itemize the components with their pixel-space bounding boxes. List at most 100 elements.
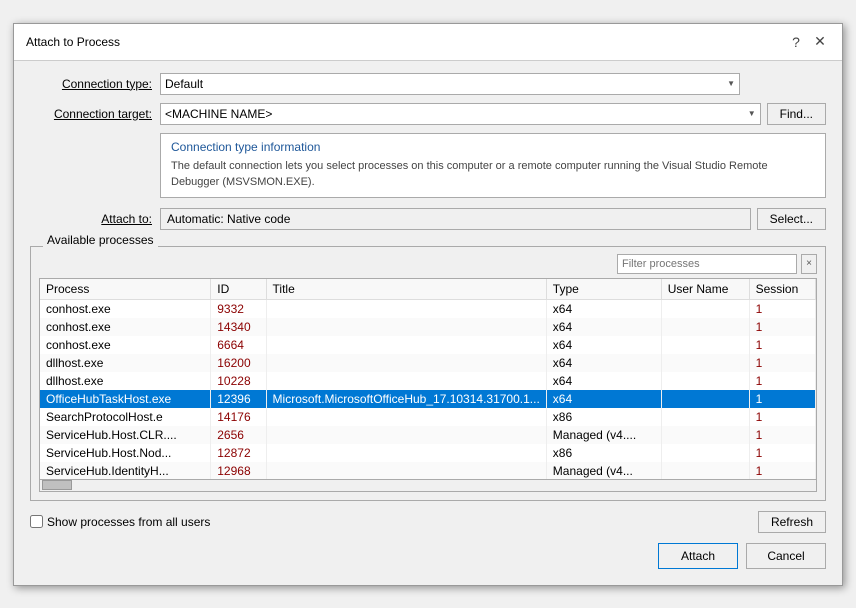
- h-scroll-thumb: [42, 480, 72, 490]
- cell-id: 6664: [211, 336, 266, 354]
- show-all-users-checkbox[interactable]: [30, 515, 43, 528]
- cell-process: conhost.exe: [40, 318, 211, 336]
- cell-username: [661, 444, 749, 462]
- cell-id: 12968: [211, 462, 266, 479]
- close-button[interactable]: ✕: [810, 32, 830, 52]
- connection-type-control: Default ▼: [160, 73, 826, 95]
- connection-target-combo[interactable]: <MACHINE NAME> ▼: [160, 103, 761, 125]
- select-button[interactable]: Select...: [757, 208, 826, 230]
- cell-process: SearchProtocolHost.e: [40, 408, 211, 426]
- cell-id: 12872: [211, 444, 266, 462]
- filter-row: ×: [39, 254, 817, 274]
- connection-target-label: Connection target:: [30, 107, 160, 121]
- connection-type-combo[interactable]: Default ▼: [160, 73, 740, 95]
- processes-group: Available processes × Process ID Title: [30, 240, 826, 501]
- show-all-users-label: Show processes from all users: [47, 515, 210, 529]
- cell-id: 12396: [211, 390, 266, 408]
- attach-to-label: Attach to:: [30, 212, 160, 226]
- cell-process: conhost.exe: [40, 336, 211, 354]
- table-row[interactable]: OfficeHubTaskHost.exe 12396 Microsoft.Mi…: [40, 390, 816, 408]
- table-row[interactable]: dllhost.exe 10228 x64 1: [40, 372, 816, 390]
- attach-to-value: Automatic: Native code: [160, 208, 751, 230]
- cell-id: 16200: [211, 354, 266, 372]
- cell-title: [266, 318, 546, 336]
- table-row[interactable]: conhost.exe 9332 x64 1: [40, 299, 816, 318]
- connection-type-label: Connection type:: [30, 77, 160, 91]
- title-bar-controls: ? ✕: [786, 32, 830, 52]
- cell-process: ServiceHub.Host.Nod...: [40, 444, 211, 462]
- bottom-row: Show processes from all users Refresh: [30, 511, 826, 533]
- col-id: ID: [211, 279, 266, 300]
- cell-id: 9332: [211, 299, 266, 318]
- col-title: Title: [266, 279, 546, 300]
- col-session: Session: [749, 279, 815, 300]
- cell-username: [661, 390, 749, 408]
- cell-process: OfficeHubTaskHost.exe: [40, 390, 211, 408]
- help-button[interactable]: ?: [786, 32, 806, 52]
- cell-title: [266, 299, 546, 318]
- info-box-text: The default connection lets you select p…: [171, 158, 815, 191]
- cell-title: [266, 426, 546, 444]
- combo-target-arrow-icon: ▼: [748, 109, 756, 118]
- cell-session: 1: [749, 462, 815, 479]
- table-row[interactable]: SearchProtocolHost.e 14176 x86 1: [40, 408, 816, 426]
- cell-title: [266, 462, 546, 479]
- cell-title: [266, 408, 546, 426]
- cell-username: [661, 462, 749, 479]
- dialog-content: Connection type: Default ▼ Connection ta…: [14, 61, 842, 585]
- table-row[interactable]: ServiceHub.Host.CLR.... 2656 Managed (v4…: [40, 426, 816, 444]
- cell-title: [266, 444, 546, 462]
- filter-clear-button[interactable]: ×: [801, 254, 817, 274]
- cell-title: [266, 336, 546, 354]
- cell-process: dllhost.exe: [40, 354, 211, 372]
- cell-type: x64: [546, 299, 661, 318]
- cell-title: [266, 372, 546, 390]
- cell-id: 14176: [211, 408, 266, 426]
- attach-button[interactable]: Attach: [658, 543, 738, 569]
- table-row[interactable]: conhost.exe 14340 x64 1: [40, 318, 816, 336]
- cell-process: conhost.exe: [40, 299, 211, 318]
- table-row[interactable]: conhost.exe 6664 x64 1: [40, 336, 816, 354]
- col-username: User Name: [661, 279, 749, 300]
- cell-type: x86: [546, 408, 661, 426]
- refresh-button[interactable]: Refresh: [758, 511, 826, 533]
- table-row[interactable]: dllhost.exe 16200 x64 1: [40, 354, 816, 372]
- cell-process: dllhost.exe: [40, 372, 211, 390]
- col-process: Process: [40, 279, 211, 300]
- cell-session: 1: [749, 354, 815, 372]
- cell-session: 1: [749, 390, 815, 408]
- find-button[interactable]: Find...: [767, 103, 826, 125]
- table-header-row: Process ID Title Type User Name Session: [40, 279, 816, 300]
- attach-to-row: Attach to: Automatic: Native code Select…: [30, 208, 826, 230]
- cell-title: [266, 354, 546, 372]
- cell-session: 1: [749, 426, 815, 444]
- cell-username: [661, 336, 749, 354]
- cell-title: Microsoft.MicrosoftOfficeHub_17.10314.31…: [266, 390, 546, 408]
- process-table-scroll[interactable]: Process ID Title Type User Name Session …: [40, 279, 816, 479]
- cell-id: 2656: [211, 426, 266, 444]
- table-row[interactable]: ServiceHub.IdentityH... 12968 Managed (v…: [40, 462, 816, 479]
- cell-type: Managed (v4...: [546, 462, 661, 479]
- connection-target-row: Connection target: <MACHINE NAME> ▼ Find…: [30, 103, 826, 125]
- cell-username: [661, 354, 749, 372]
- cell-type: x64: [546, 318, 661, 336]
- cell-type: x64: [546, 354, 661, 372]
- process-table-wrap: Process ID Title Type User Name Session …: [39, 278, 817, 492]
- show-all-users-checkbox-label[interactable]: Show processes from all users: [30, 515, 210, 529]
- cell-username: [661, 426, 749, 444]
- cell-id: 14340: [211, 318, 266, 336]
- cell-session: 1: [749, 444, 815, 462]
- cell-process: ServiceHub.IdentityH...: [40, 462, 211, 479]
- filter-input[interactable]: [617, 254, 797, 274]
- cell-id: 10228: [211, 372, 266, 390]
- cancel-button[interactable]: Cancel: [746, 543, 826, 569]
- table-row[interactable]: ServiceHub.Host.Nod... 12872 x86 1: [40, 444, 816, 462]
- cell-username: [661, 372, 749, 390]
- cell-session: 1: [749, 299, 815, 318]
- cell-session: 1: [749, 408, 815, 426]
- cell-type: x64: [546, 390, 661, 408]
- cell-type: Managed (v4....: [546, 426, 661, 444]
- cell-username: [661, 318, 749, 336]
- horizontal-scrollbar[interactable]: [40, 479, 816, 491]
- connection-type-row: Connection type: Default ▼: [30, 73, 826, 95]
